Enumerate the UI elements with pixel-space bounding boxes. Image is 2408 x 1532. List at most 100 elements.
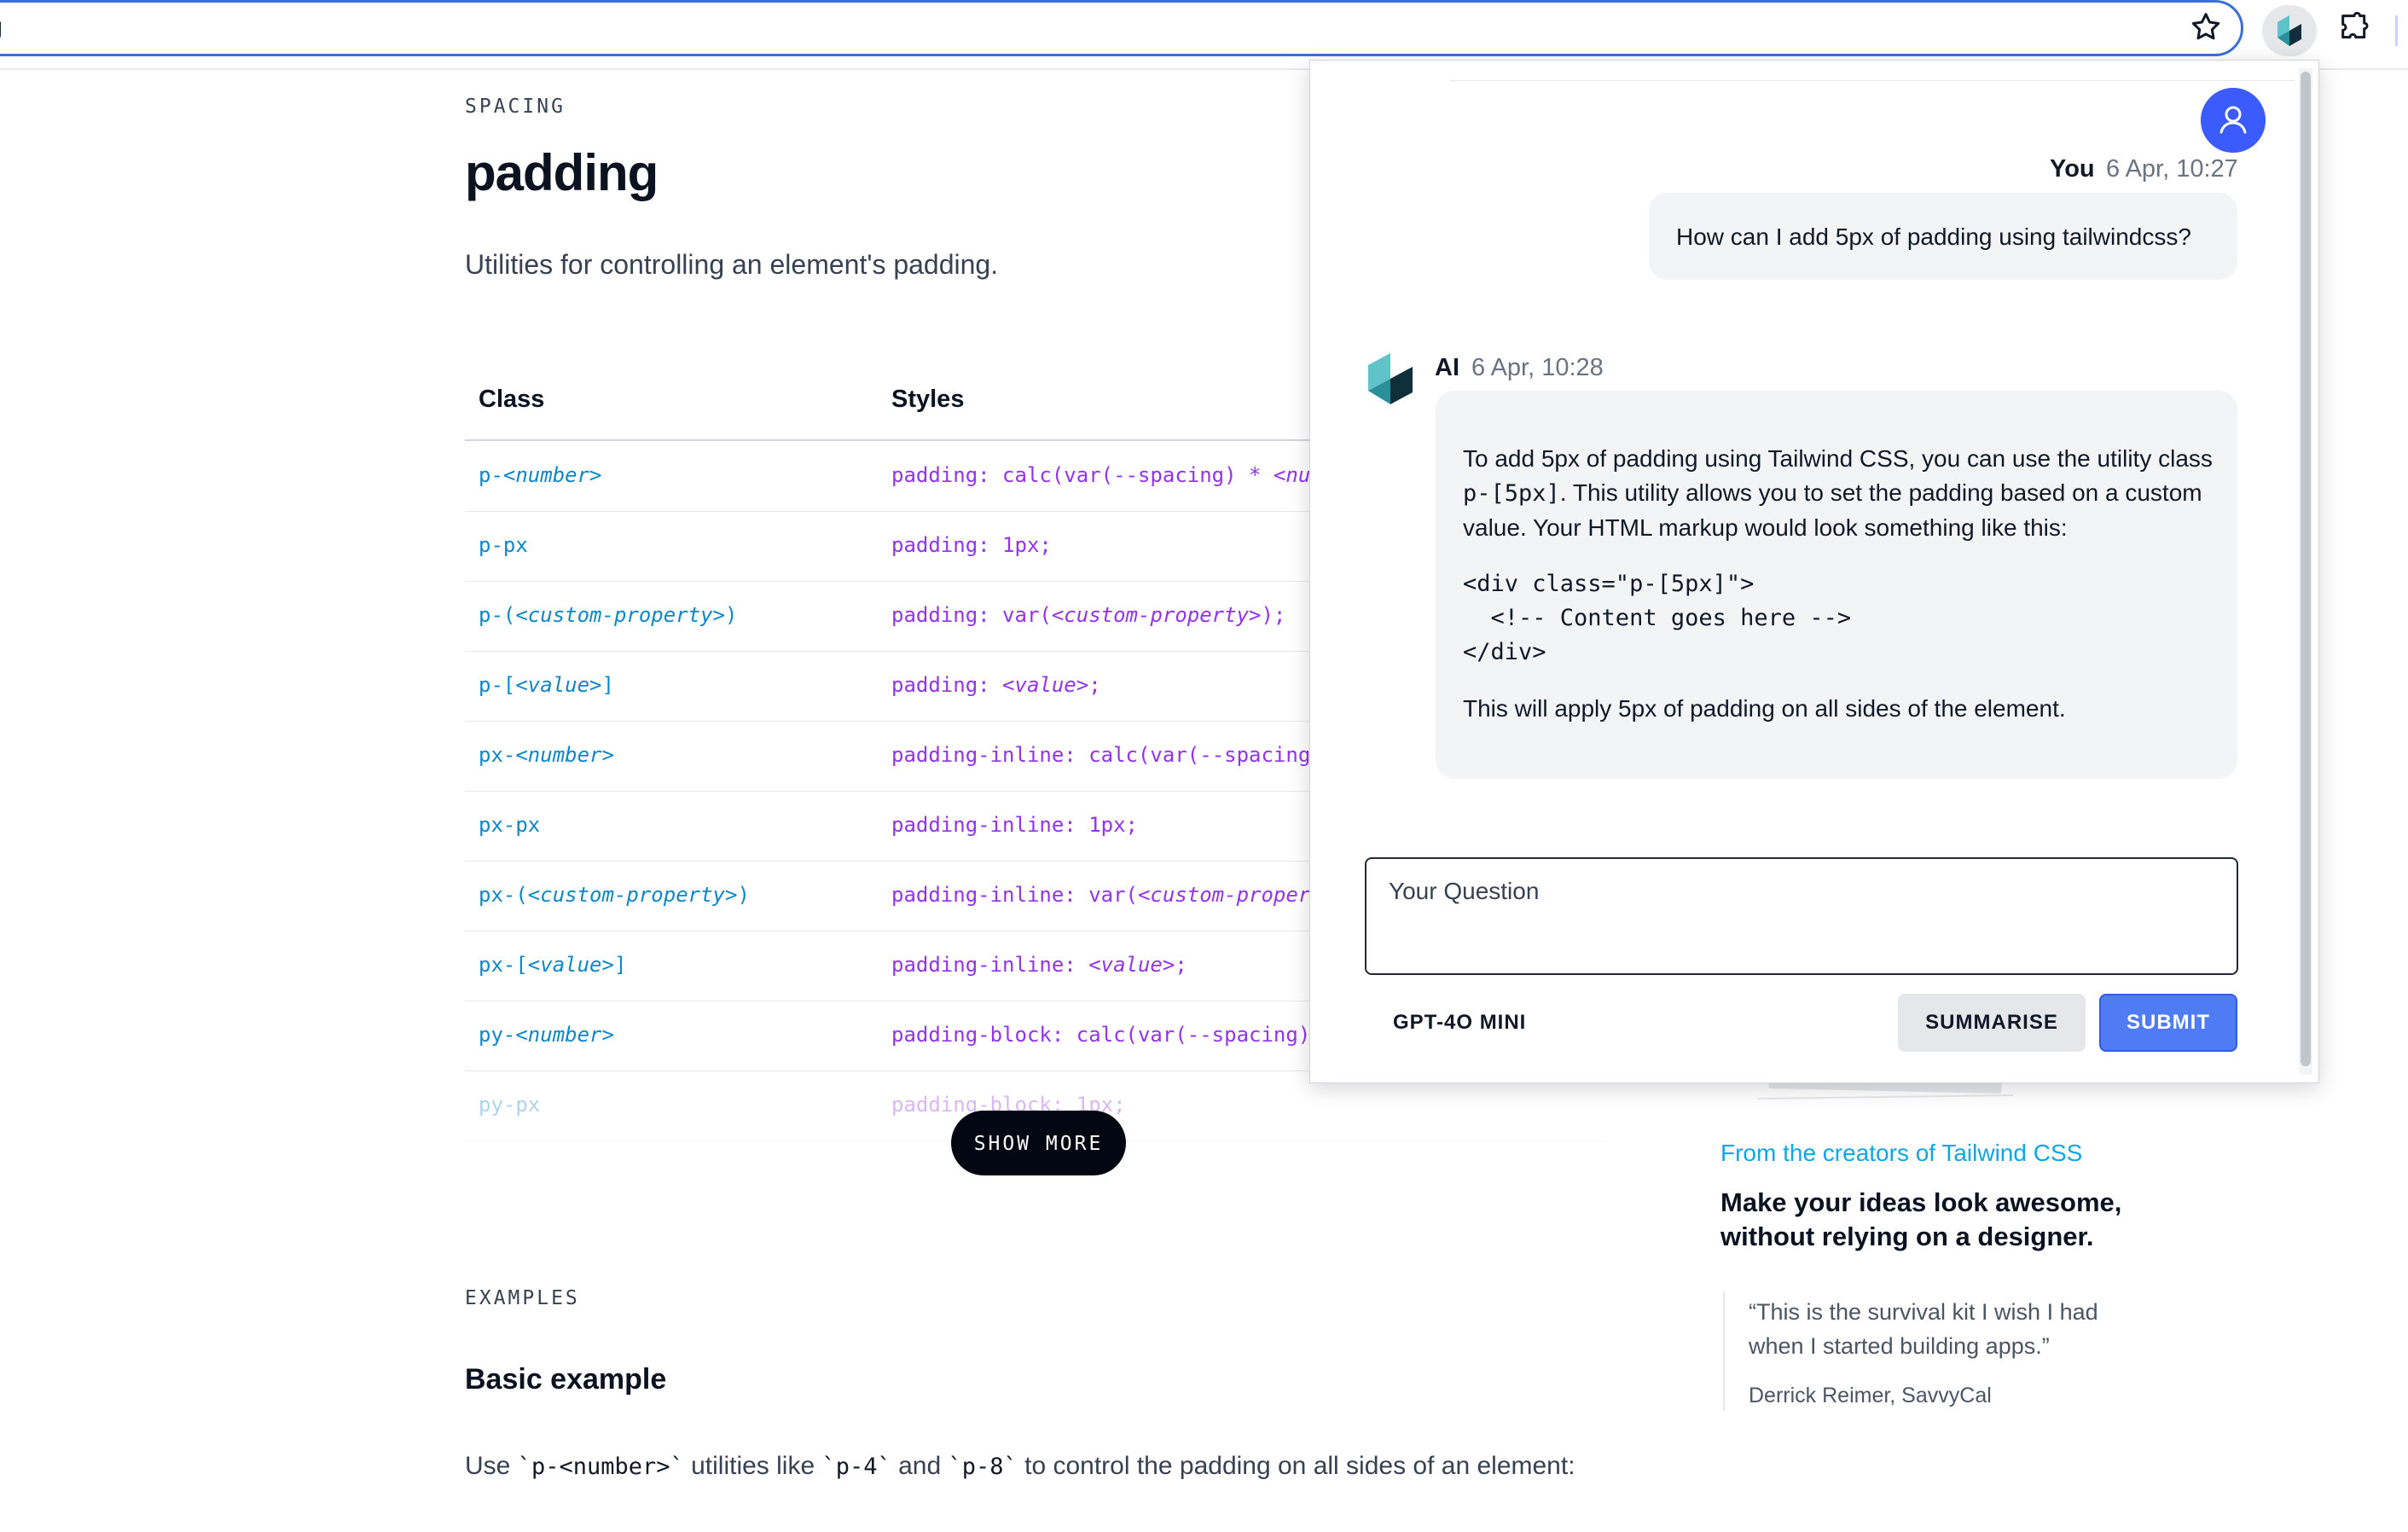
ai-text: . This utility allows you to set the pad… (1463, 479, 2202, 541)
placeholder-token: <value> (1088, 953, 1175, 977)
styles-cell: padding-inline: calc(var(--spacing (891, 743, 1310, 767)
code-token: px- (479, 743, 516, 767)
puzzle-extensions-icon[interactable] (2337, 10, 2371, 44)
placeholder-token: <custom-property> (1051, 603, 1262, 627)
page-subtitle: Utilities for controlling an element's p… (465, 249, 999, 280)
styles-cell: padding: 1px; (891, 533, 1052, 557)
basic-example-description: Use `p-<number>` utilities like `p-4` an… (465, 1452, 1575, 1481)
styles-cell: padding-inline: <value>; (891, 953, 1187, 977)
page-title: padding (465, 144, 659, 201)
code-token: ; (1175, 953, 1187, 977)
desc-text: to control the padding on all sides of a… (1017, 1452, 1575, 1480)
summarise-button[interactable]: SUMMARISE (1898, 994, 2086, 1052)
address-bar-text[interactable]: ing (0, 13, 3, 42)
styles-cell: padding: var(<custom-property>); (891, 603, 1285, 627)
code-token: p- (479, 463, 503, 487)
ai-message-author: AI (1435, 354, 1459, 381)
code-token: ] (601, 673, 614, 697)
user-message-author: You (2050, 155, 2095, 183)
code-token: px-px (479, 813, 541, 837)
placeholder-token: <custom-property> (515, 603, 725, 627)
code-token: padding: 1px; (891, 533, 1052, 557)
code-token: p-( (479, 603, 516, 627)
code-token: padding-inline: (891, 953, 1089, 977)
ai-text: To add 5px of padding using Tailwind CSS… (1463, 445, 2213, 472)
submit-button[interactable]: SUBMIT (2099, 994, 2237, 1052)
ai-code-block: <div class="p-[5px]"> <!-- Content goes … (1463, 571, 1852, 665)
quote-rule (1723, 1291, 1725, 1411)
code-token: ; (1088, 673, 1101, 697)
popup-divider (1450, 80, 2295, 81)
ai-extension-logo-icon[interactable] (2274, 14, 2305, 48)
class-cell: px-(<custom-property>) (479, 883, 750, 907)
bookmark-star-icon[interactable] (2189, 10, 2223, 44)
placeholder-token: <value> (527, 953, 614, 977)
class-cell: p-[<value>] (479, 673, 614, 697)
placeholder-token: <number> (515, 1023, 614, 1047)
placeholder-token: <number> (502, 463, 602, 487)
section-eyebrow: SPACING (465, 96, 566, 118)
desc-text: Use (465, 1452, 518, 1480)
column-header-styles: Styles (891, 386, 965, 413)
styles-cell: padding-block: calc(var(--spacing) (891, 1023, 1310, 1047)
desc-text: and (891, 1452, 949, 1480)
code-token: padding: (891, 673, 1003, 697)
code-token: ) (725, 603, 738, 627)
placeholder-token: <custom-property> (527, 883, 738, 907)
class-cell: p-px (479, 533, 528, 557)
placeholder-token: <nu (1273, 463, 1311, 487)
code-token: px-( (479, 883, 528, 907)
ai-cube-logo-icon (1368, 353, 1413, 404)
ad-headline[interactable]: Make your ideas look awesome, without re… (1720, 1186, 2164, 1254)
styles-cell: padding-inline: 1px; (891, 813, 1138, 837)
column-header-class: Class (479, 386, 545, 413)
address-bar[interactable]: ing (0, 0, 2243, 56)
styles-cell: padding: <value>; (891, 673, 1101, 697)
class-cell: p-(<custom-property>) (479, 603, 737, 627)
toolbar-edge (2395, 15, 2398, 46)
inline-code: `p-<number>` (517, 1454, 684, 1480)
user-message-time: 6 Apr, 10:27 (2106, 155, 2238, 183)
popup-scrollbar-thumb[interactable] (2301, 72, 2311, 1066)
ai-message-paragraph: To add 5px of padding using Tailwind CSS… (1463, 442, 2214, 545)
class-cell: py-px (479, 1093, 540, 1117)
placeholder-token: <custom-proper (1137, 883, 1311, 907)
code-token: py- (479, 1023, 516, 1047)
styles-cell: padding-inline: var(<custom-proper (891, 883, 1310, 907)
code-token: padding: calc(var(--spacing) * (891, 463, 1274, 487)
placeholder-token: <value> (515, 673, 602, 697)
examples-eyebrow: EXAMPLES (465, 1287, 580, 1309)
show-more-button[interactable]: SHOW MORE (951, 1111, 1126, 1175)
ai-message-time: 6 Apr, 10:28 (1471, 354, 1604, 381)
code-token: p-[ (479, 673, 516, 697)
inline-code: `p-4` (821, 1454, 891, 1480)
code-token: ] (613, 953, 627, 977)
user-message-text: How can I add 5px of padding using tailw… (1676, 223, 2191, 250)
class-cell: p-<number> (479, 463, 602, 487)
code-token: ); (1261, 603, 1286, 627)
class-cell: px-<number> (479, 743, 614, 767)
desc-text: utilities like (683, 1452, 822, 1480)
code-token: padding: var( (891, 603, 1052, 627)
class-cell: py-<number> (479, 1023, 614, 1047)
code-token: p-px (479, 533, 528, 557)
placeholder-token: <value> (1002, 673, 1089, 697)
code-token: padding-inline: calc(var(--spacing (891, 743, 1311, 767)
question-input[interactable] (1365, 857, 2238, 975)
ad-link[interactable]: From the creators of Tailwind CSS (1720, 1140, 2082, 1167)
basic-example-heading: Basic example (465, 1363, 667, 1396)
placeholder-token: <number> (515, 743, 614, 767)
ad-quote-author: Derrick Reimer, SavvyCal (1749, 1384, 1992, 1407)
styles-cell: padding: calc(var(--spacing) * <nu (891, 463, 1310, 487)
code-token: ) (737, 883, 750, 907)
code-token: padding-inline: var( (891, 883, 1138, 907)
model-selector[interactable]: GPT-4O MINI (1393, 1011, 1526, 1035)
class-cell: px-[<value>] (479, 953, 626, 977)
code-token: padding-block: calc(var(--spacing) (891, 1023, 1311, 1047)
ai-inline-code: p-[5px] (1463, 480, 1560, 507)
code-token: padding-inline: 1px; (891, 813, 1138, 837)
ai-message-paragraph-2: This will apply 5px of padding on all si… (1463, 695, 2066, 722)
inline-code: `p-8` (948, 1454, 1018, 1480)
user-avatar-icon[interactable] (2201, 88, 2266, 153)
ad-quote: “This is the survival kit I wish I had w… (1749, 1299, 2098, 1359)
